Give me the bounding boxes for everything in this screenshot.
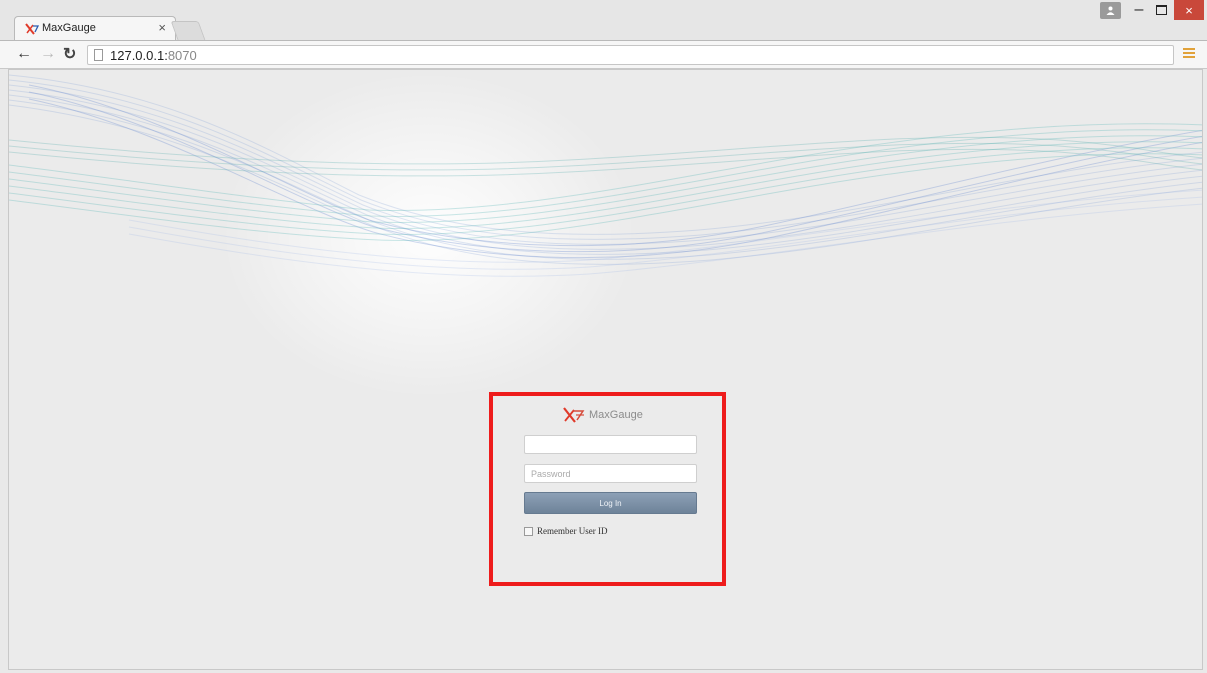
back-arrow-icon[interactable]: ← xyxy=(16,45,32,63)
url-host: 127.0.0.1: xyxy=(110,48,168,63)
brand-name: MaxGauge xyxy=(589,409,643,421)
tab-close-icon[interactable]: × xyxy=(158,20,166,35)
brand-logo: MaxGauge xyxy=(563,406,643,424)
remember-checkbox[interactable] xyxy=(524,526,533,536)
password-input[interactable] xyxy=(524,464,697,483)
user-icon xyxy=(1106,6,1115,15)
tab-title: MaxGauge xyxy=(42,22,96,34)
maxgauge-favicon-icon xyxy=(25,23,39,35)
wave-background xyxy=(9,74,1202,277)
user-id-input[interactable] xyxy=(524,435,697,454)
maximize-icon xyxy=(1155,5,1167,15)
page-icon xyxy=(94,49,103,61)
profile-button[interactable] xyxy=(1100,2,1121,19)
new-tab-button[interactable] xyxy=(170,21,206,40)
remember-label: Remember User ID xyxy=(537,526,608,536)
url-text: 127.0.0.1:8070 xyxy=(110,48,197,63)
page-viewport: MaxGauge Log In Remember User ID xyxy=(8,69,1203,670)
remember-user-id[interactable]: Remember User ID xyxy=(524,526,607,536)
browser-toolbar: ← → ↻ 127.0.0.1:8070 xyxy=(0,40,1207,69)
maxgauge-logo-icon xyxy=(563,407,585,423)
reload-icon[interactable]: ↻ xyxy=(63,44,76,64)
browser-titlebar: MaxGauge × – × xyxy=(0,0,1207,40)
url-port: 8070 xyxy=(167,48,197,63)
maximize-button[interactable] xyxy=(1150,0,1172,20)
login-panel: MaxGauge Log In Remember User ID xyxy=(489,392,726,586)
login-button[interactable]: Log In xyxy=(524,492,697,514)
forward-arrow-icon[interactable]: → xyxy=(40,45,56,63)
minimize-button[interactable]: – xyxy=(1128,0,1150,20)
address-bar[interactable]: 127.0.0.1:8070 xyxy=(87,45,1174,65)
chrome-menu-icon[interactable] xyxy=(1183,48,1195,60)
close-button[interactable]: × xyxy=(1174,0,1204,20)
tab-maxgauge[interactable]: MaxGauge × xyxy=(14,16,176,40)
